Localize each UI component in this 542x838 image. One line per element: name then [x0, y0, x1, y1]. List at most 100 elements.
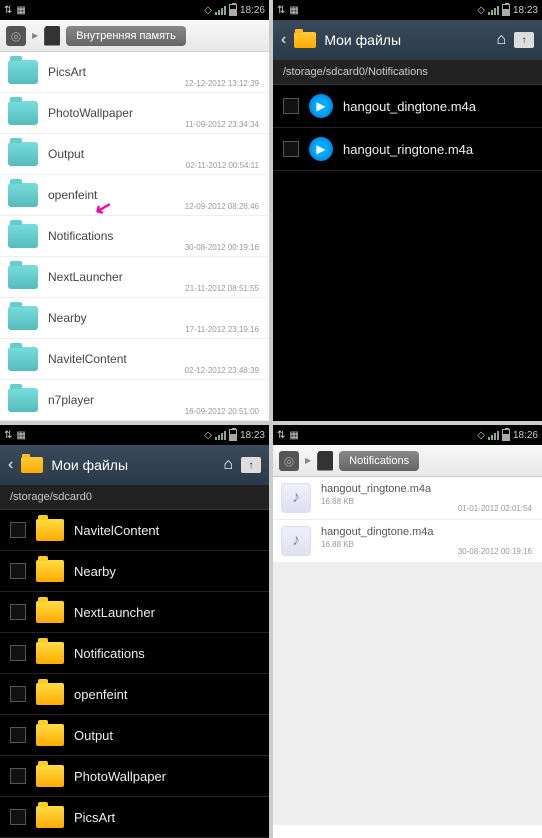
folder-icon	[36, 806, 64, 828]
chevron-right-icon: ▶	[32, 31, 38, 40]
app-icon: ▦	[16, 430, 25, 441]
checkbox[interactable]	[10, 768, 26, 784]
folder-row[interactable]: NextLauncher	[0, 592, 269, 633]
folder-icon	[36, 519, 64, 541]
root-button[interactable]: ◎	[6, 26, 26, 46]
sdcard-icon[interactable]	[44, 26, 60, 46]
usb-icon: ⇅	[4, 430, 12, 441]
folder-row[interactable]: Nearby	[0, 551, 269, 592]
signal-icon	[215, 5, 226, 15]
root-button[interactable]: ◎	[279, 451, 299, 471]
checkbox[interactable]	[283, 98, 299, 114]
checkbox[interactable]	[10, 645, 26, 661]
checkbox[interactable]	[283, 141, 299, 157]
folder-icon	[8, 224, 38, 248]
path-bar[interactable]: /storage/sdcard0	[0, 485, 269, 510]
timestamp: 30-08-2012 00:19:16	[458, 547, 532, 556]
toolbar: ◎ ▶ Внутренняя память	[0, 20, 269, 52]
folder-icon	[36, 724, 64, 746]
folder-row[interactable]: Output	[0, 715, 269, 756]
folder-list[interactable]: NavitelContent Nearby NextLauncherNotifica…	[0, 510, 269, 838]
chevron-right-icon: ▶	[305, 456, 311, 465]
folder-name: Nearby	[48, 311, 261, 325]
battery-icon	[502, 429, 510, 441]
file-name: hangout_ringtone.m4a	[321, 483, 431, 495]
audio-icon: ▶	[309, 94, 333, 118]
file-size: 16.88 KB	[321, 497, 431, 506]
checkbox[interactable]	[10, 809, 26, 825]
up-button[interactable]: ↑	[514, 32, 534, 48]
clock: 18:23	[513, 5, 538, 16]
music-icon: ♪	[281, 526, 311, 556]
folder-name: openfeint	[74, 687, 128, 702]
folder-row[interactable]: NavitelContent	[0, 510, 269, 551]
file-name: hangout_dingtone.m4a	[321, 526, 434, 538]
folder-row[interactable]: PicsArt	[0, 797, 269, 838]
folder-row[interactable]: NextLauncher21-11-2012 08:51:55	[0, 257, 269, 298]
file-list[interactable]: ♪ hangout_ringtone.m4a 16.88 KB 01-01-2012 …	[273, 477, 542, 563]
folder-row[interactable]: Output02-11-2012 00:54:11	[0, 134, 269, 175]
folder-row[interactable]: PhotoWallpaper11-09-2012 23:34:34	[0, 93, 269, 134]
file-size: 16.88 KB	[321, 540, 434, 549]
folder-icon	[8, 347, 38, 371]
folder-icon	[8, 142, 38, 166]
checkbox[interactable]	[10, 727, 26, 743]
timestamp: 02-12-2012 23:48:39	[185, 366, 259, 375]
wifi-icon: ◇	[204, 430, 212, 441]
folder-icon	[8, 388, 38, 412]
folder-row[interactable]: NavitelContent02-12-2012 23:48:39	[0, 339, 269, 380]
timestamp: 12-09-2012 08:26:46	[185, 202, 259, 211]
clock: 18:26	[240, 5, 265, 16]
home-button[interactable]: ⌂	[223, 456, 233, 474]
folder-icon	[36, 642, 64, 664]
music-icon: ♪	[281, 483, 311, 513]
file-row[interactable]: ♪ hangout_ringtone.m4a 16.88 KB 01-01-2012 …	[273, 477, 542, 520]
battery-icon	[229, 429, 237, 441]
folder-name: Output	[48, 147, 261, 161]
folder-name: PicsArt	[74, 810, 115, 825]
up-button[interactable]: ↑	[241, 457, 261, 473]
folder-list[interactable]: PicsArt12-12-2012 13:12:39PhotoWallpaper…	[0, 52, 269, 421]
checkbox[interactable]	[10, 686, 26, 702]
folder-row[interactable]: Nearby17-11-2012 23:19:16	[0, 298, 269, 339]
file-list[interactable]: ▶hangout_dingtone.m4a▶hangout_ringtone.m…	[273, 85, 542, 413]
checkbox[interactable]	[10, 563, 26, 579]
timestamp: 01-01-2012 02:01:54	[458, 504, 532, 513]
folder-row[interactable]: openfeint12-09-2012 08:26:46	[0, 175, 269, 216]
file-row[interactable]: ♪ hangout_dingtone.m4a 16.88 KB 30-08-2012 …	[273, 520, 542, 563]
file-row[interactable]: ▶hangout_dingtone.m4a	[273, 85, 542, 128]
toolbar: ‹ Мои файлы ⌂ ↑	[273, 20, 542, 60]
folder-name: NavitelContent	[74, 523, 159, 538]
status-bar: ⇅▦ ◇ 18:23	[0, 425, 269, 445]
folder-row[interactable]: openfeint	[0, 674, 269, 715]
battery-icon	[229, 4, 237, 16]
back-button[interactable]: ‹	[281, 31, 286, 49]
folder-row[interactable]: n7player16-09-2012 20:51:00	[0, 380, 269, 421]
breadcrumb[interactable]: Внутренняя память	[66, 26, 186, 46]
pane-dark-root: ⇅▦ ◇ 18:23 ‹ Мои файлы ⌂ ↑ /storage/sdca…	[0, 425, 269, 838]
file-row[interactable]: ▶hangout_ringtone.m4a	[273, 128, 542, 171]
folder-row[interactable]: PicsArt12-12-2012 13:12:39	[0, 52, 269, 93]
checkbox[interactable]	[10, 604, 26, 620]
back-button[interactable]: ‹	[8, 456, 13, 474]
timestamp: 17-11-2012 23:19:16	[185, 325, 259, 334]
folder-row[interactable]: PhotoWallpaper	[0, 756, 269, 797]
wifi-icon: ◇	[477, 430, 485, 441]
sdcard-icon[interactable]	[317, 451, 333, 471]
folder-row[interactable]: Notifications	[0, 633, 269, 674]
status-bar: ⇅▦ ◇ 18:26	[273, 425, 542, 445]
breadcrumb[interactable]: Notifications	[339, 451, 419, 471]
folder-name: PicsArt	[48, 65, 261, 79]
pane-light-root: ⇅▦ ◇ 18:26 ◎ ▶ Внутренняя память PicsArt…	[0, 0, 269, 421]
folder-name: Nearby	[74, 564, 116, 579]
checkbox[interactable]	[10, 522, 26, 538]
timestamp: 30-08-2012 00:19:16	[185, 243, 259, 252]
folder-icon	[8, 101, 38, 125]
folder-icon	[8, 183, 38, 207]
home-button[interactable]: ⌂	[496, 31, 506, 49]
path-bar[interactable]: /storage/sdcard0/Notifications	[273, 60, 542, 85]
wifi-icon: ◇	[477, 5, 485, 16]
folder-row[interactable]: Notifications30-08-2012 00:19:16	[0, 216, 269, 257]
status-bar: ⇅▦ ◇ 18:26	[0, 0, 269, 20]
wifi-icon: ◇	[204, 5, 212, 16]
